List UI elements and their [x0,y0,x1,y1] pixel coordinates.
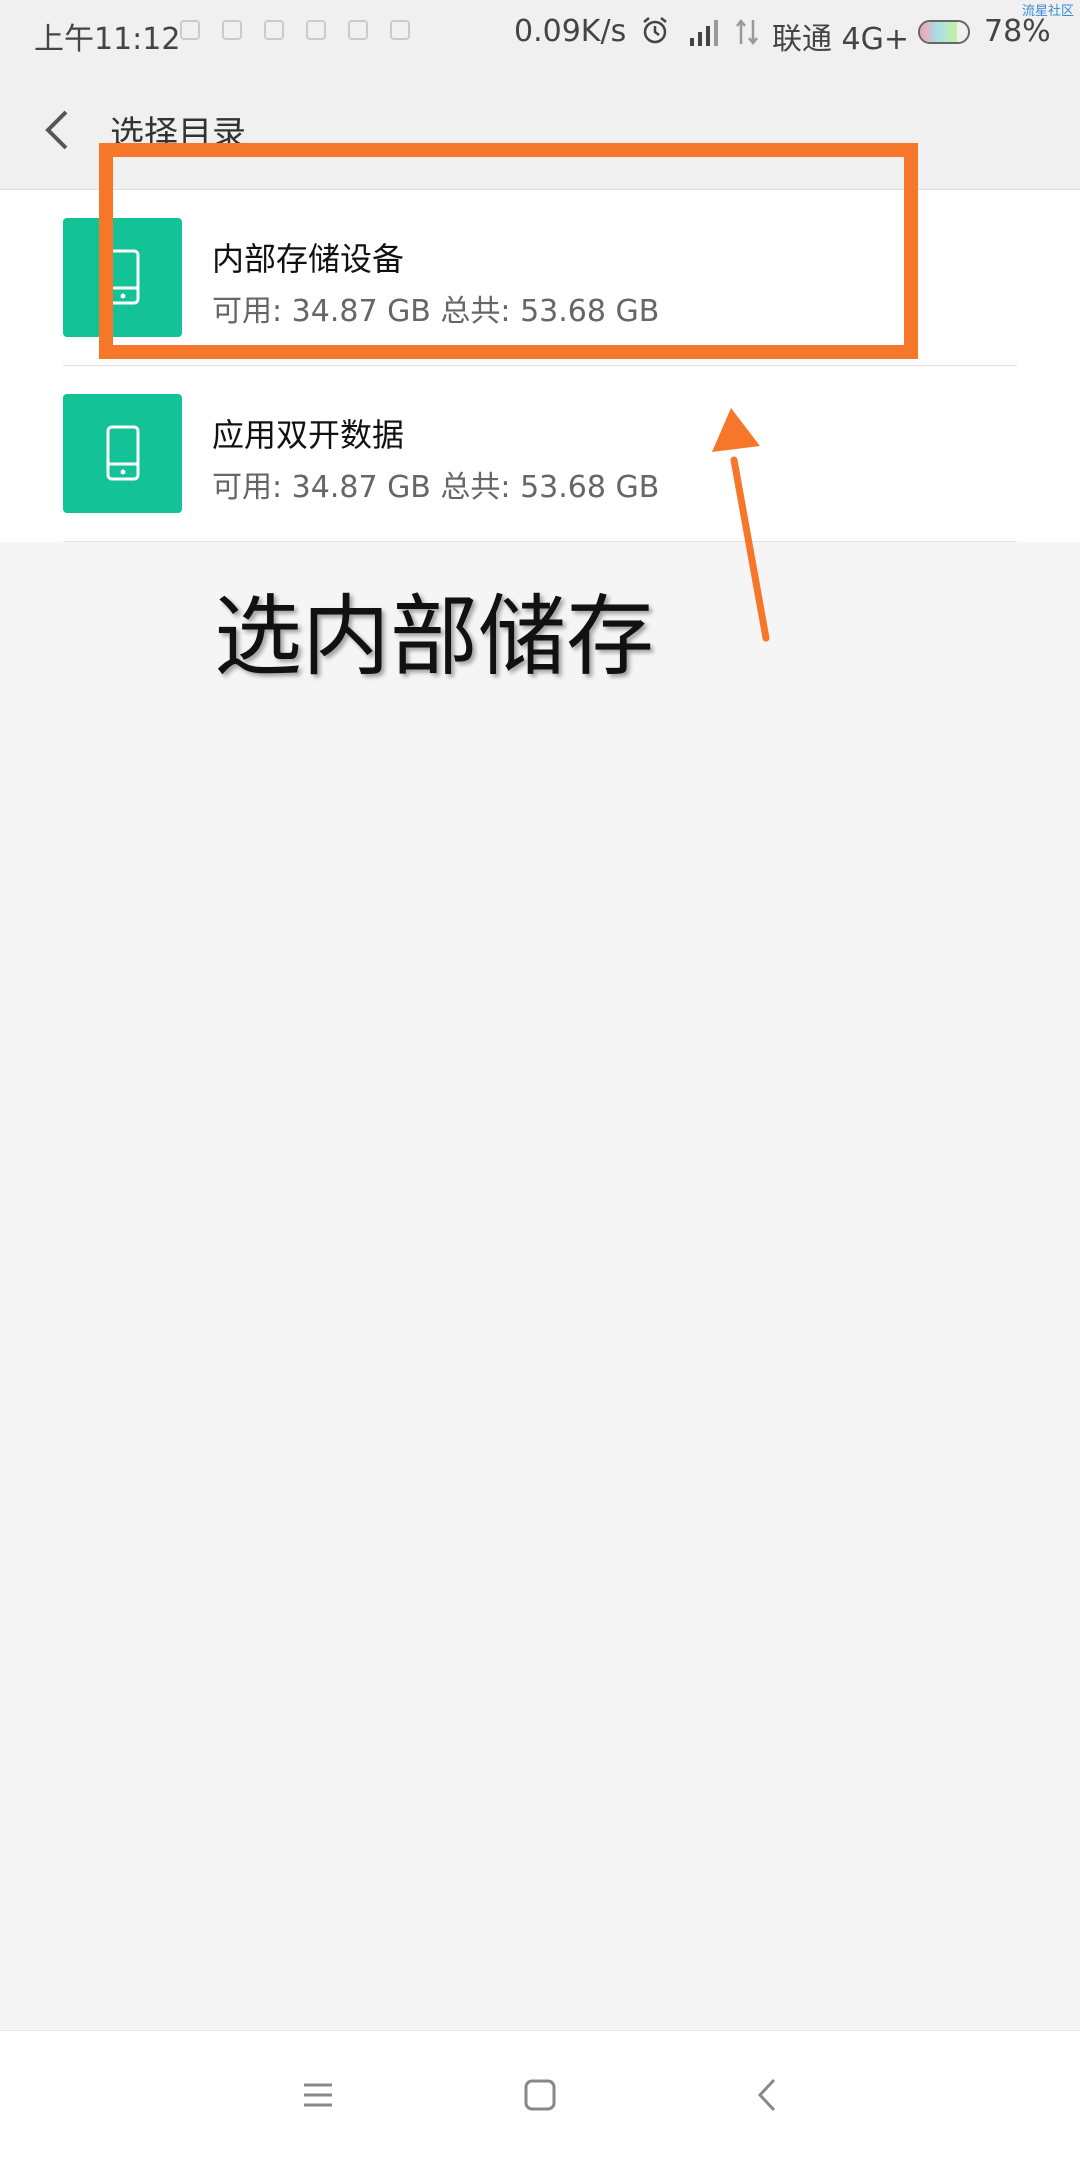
signal-icon [690,20,718,46]
divider [63,541,1017,542]
alarm-icon [643,17,667,44]
annotation-arrow-icon [712,408,770,642]
menu-icon[interactable] [298,2075,338,2115]
storage-capacity: 可用: 34.87 GB 总共: 53.68 GB [212,470,660,505]
back-icon[interactable] [748,2075,788,2115]
back-arrow-icon[interactable] [40,106,74,154]
home-icon[interactable] [520,2075,560,2115]
battery-fill [920,22,958,42]
data-transfer-icon [736,18,758,46]
carrier-label: 联通 4G+ [772,22,910,57]
battery-percent: 78% [984,14,1051,49]
notification-icon [222,20,242,40]
highlight-box [99,143,918,359]
notification-icon [348,20,368,40]
network-speed: 0.09K/s [514,14,627,49]
battery-icon [918,20,970,44]
navigation-bar [0,2030,1080,2160]
notification-icons [180,20,410,40]
phone-icon [63,394,182,513]
storage-name: 应用双开数据 [212,416,405,454]
notification-icon [390,20,410,40]
notification-icon [306,20,326,40]
notification-icon [264,20,284,40]
list-item-dual-app-data[interactable]: 应用双开数据 可用: 34.87 GB 总共: 53.68 GB [0,366,1080,542]
status-bar: 上午11:12 0.09K/s 联通 4G+ 78% [0,0,1080,66]
notification-icon [180,20,200,40]
status-time: 上午11:12 [34,22,181,57]
annotation-caption: 选内部储存 [214,585,655,688]
watermark: 流星社区 [1021,4,1074,19]
